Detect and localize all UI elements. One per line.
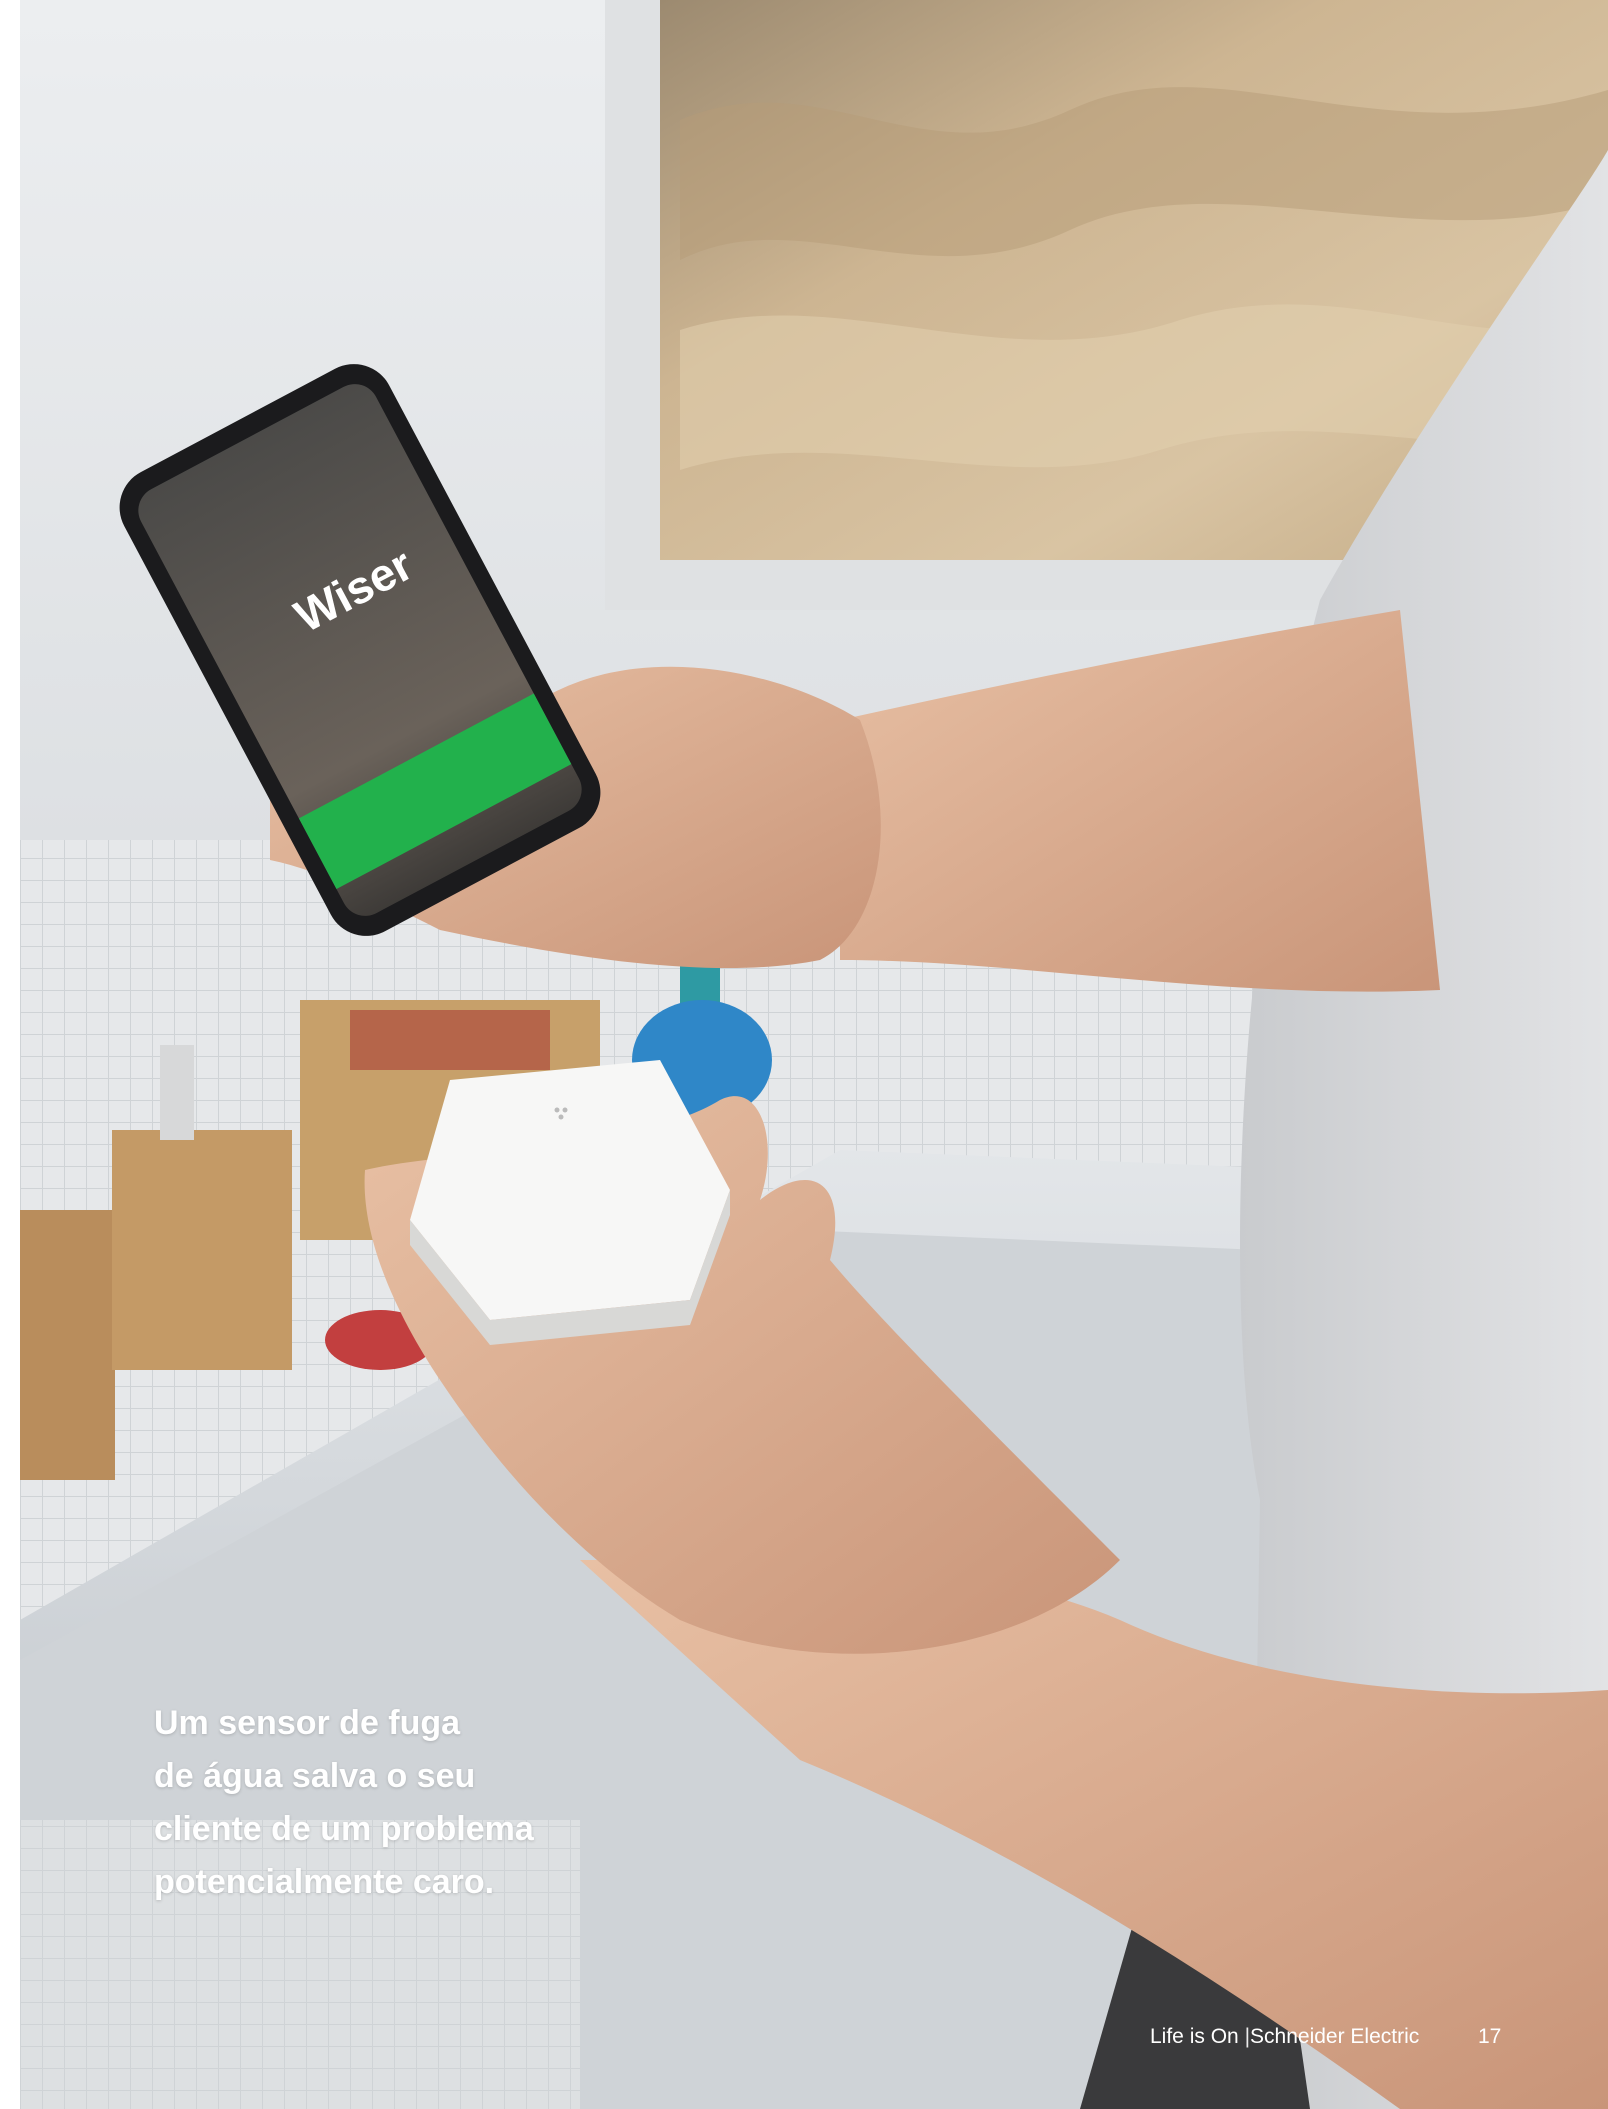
document-page: Wiser Um sensor de fuga de água salva o … xyxy=(0,0,1608,2109)
footer-brand-right: Schneider Electric xyxy=(1250,2025,1420,2048)
page-number: 17 xyxy=(1478,2025,1502,2048)
page-footer: Life is On |Schneider Electric 17 xyxy=(1150,2022,1510,2052)
caption-line: de água salva o seu xyxy=(154,1757,476,1795)
photo-caption: Um sensor de fuga de água salva o seu cl… xyxy=(154,1697,614,1909)
caption-line: cliente de um problema xyxy=(154,1810,534,1848)
footer-brand-left: Life is On xyxy=(1150,2025,1239,2048)
caption-line: Um sensor de fuga xyxy=(154,1704,461,1742)
caption-line: potencialmente caro. xyxy=(154,1863,495,1901)
footer-separator: | xyxy=(1244,2025,1251,2048)
